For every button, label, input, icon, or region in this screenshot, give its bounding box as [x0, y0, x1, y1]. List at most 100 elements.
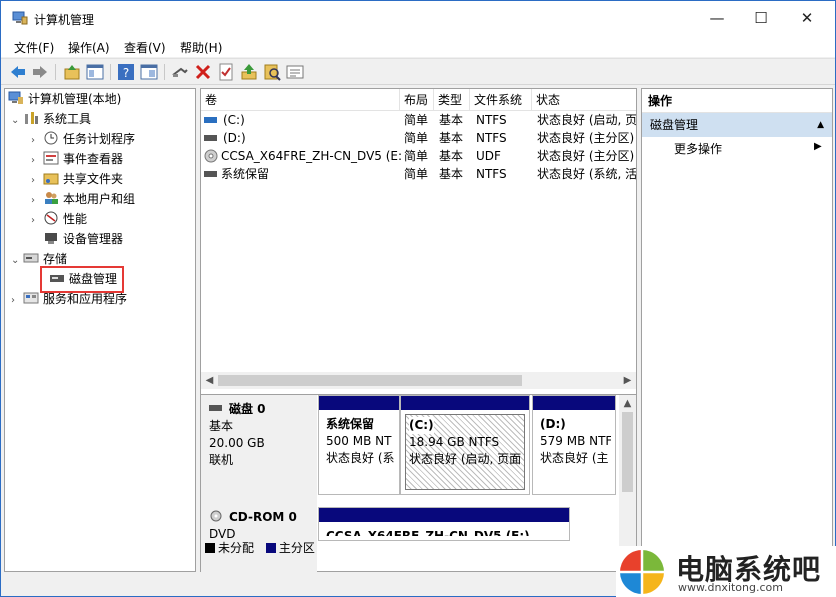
- tree-label-services-apps: 服务和应用程序: [43, 292, 128, 306]
- volume-status: 状态良好 (主分区): [537, 149, 635, 163]
- column-header-type[interactable]: 类型: [434, 89, 470, 111]
- properties-icon[interactable]: [140, 63, 158, 81]
- partition-size: 18.94 GB NTFS: [409, 435, 500, 449]
- computer-management-icon: [12, 11, 28, 25]
- event-viewer-icon: [43, 151, 59, 165]
- watermark-url: www.dnxitong.com: [678, 581, 783, 594]
- more-actions-link[interactable]: 更多操作: [674, 140, 722, 157]
- cdrom-0-info[interactable]: CD-ROM 0 DVD: [201, 503, 317, 572]
- column-header-status[interactable]: 状态: [532, 89, 636, 111]
- maximize-button[interactable]: ☐: [751, 9, 771, 27]
- volume-filesystem: NTFS: [476, 167, 507, 181]
- column-header-filesystem[interactable]: 文件系统: [470, 89, 532, 111]
- legend-primary-label: 主分区: [278, 541, 315, 555]
- volume-layout: 简单: [404, 113, 429, 127]
- tree-item-local-users[interactable]: › 本地用户和组: [31, 190, 135, 208]
- vertical-scroll-thumb[interactable]: [622, 412, 633, 492]
- search-icon[interactable]: [263, 63, 281, 81]
- minimize-button[interactable]: —: [707, 9, 727, 27]
- partition-name: (D:): [540, 417, 566, 431]
- disk-0-info[interactable]: 磁盘 0 基本 20.00 GB 联机: [201, 395, 317, 503]
- actions-section-disk-management[interactable]: 磁盘管理 ▲: [642, 113, 832, 137]
- horizontal-scroll-thumb[interactable]: [218, 375, 522, 386]
- help-icon[interactable]: ?: [117, 63, 135, 81]
- chevron-right-icon[interactable]: ›: [31, 152, 43, 170]
- volume-name: (C:): [223, 113, 245, 127]
- volume-list-header: 卷 布局 类型 文件系统 状态: [201, 89, 636, 111]
- show-hide-tree-icon[interactable]: [86, 63, 104, 81]
- checklist-icon[interactable]: [217, 63, 235, 81]
- tree-item-performance[interactable]: › 性能: [31, 210, 87, 228]
- up-folder-icon[interactable]: [63, 63, 81, 81]
- tree-item-device-manager[interactable]: 设备管理器: [43, 230, 123, 248]
- close-button[interactable]: ✕: [797, 9, 817, 27]
- tree-item-event-viewer[interactable]: › 事件查看器: [31, 150, 123, 168]
- partition-bar: [401, 396, 529, 410]
- tree-item-root[interactable]: 计算机管理(本地): [8, 90, 121, 108]
- connect-icon[interactable]: [171, 63, 189, 81]
- volume-filesystem: NTFS: [476, 131, 507, 145]
- scroll-right-icon[interactable]: ▶: [619, 372, 636, 389]
- table-row[interactable]: (C:) 简单 基本 NTFS 状态良好 (启动, 页: [201, 111, 636, 129]
- tree-label-shared-folders: 共享文件夹: [63, 172, 124, 186]
- chevron-down-icon[interactable]: ⌄: [11, 112, 23, 130]
- chevron-right-icon[interactable]: ▶: [814, 141, 822, 152]
- tree-item-system-tools[interactable]: ⌄ 系统工具: [11, 110, 91, 128]
- watermark: 电脑系统吧 www.dnxitong.com: [616, 546, 836, 597]
- menu-view[interactable]: 查看(V): [124, 39, 166, 56]
- legend-unallocated-swatch: [205, 543, 215, 553]
- toolbar-separator: [164, 64, 165, 80]
- partition-system-reserved[interactable]: 系统保留 500 MB NT 状态良好 (系: [318, 395, 400, 495]
- menu-bar: 文件(F) 操作(A) 查看(V) 帮助(H): [1, 35, 835, 57]
- disk-0-name: 磁盘 0: [229, 402, 266, 416]
- table-row[interactable]: CCSA_X64FRE_ZH-CN_DV5 (E:) 简单 基本 UDF 状态良…: [201, 147, 636, 165]
- users-icon: [45, 192, 58, 204]
- collapse-up-icon[interactable]: ▲: [817, 113, 824, 137]
- computer-management-icon: [8, 91, 23, 104]
- chevron-right-icon[interactable]: ›: [11, 292, 23, 310]
- column-header-layout[interactable]: 布局: [400, 89, 434, 111]
- scroll-left-icon[interactable]: ◀: [201, 372, 218, 389]
- computer-management-window: 计算机管理 — ☐ ✕ 文件(F) 操作(A) 查看(V) 帮助(H) ? 计算…: [0, 0, 836, 597]
- scroll-up-icon[interactable]: ▲: [619, 395, 636, 412]
- cdrom-icon: [210, 510, 222, 522]
- tree-item-shared-folders[interactable]: › 共享文件夹: [31, 170, 123, 188]
- partition-size: 500 MB NT: [326, 434, 392, 448]
- disk-0-state: 联机: [209, 453, 234, 467]
- device-manager-icon: [45, 233, 57, 244]
- table-row[interactable]: (D:) 简单 基本 NTFS 状态良好 (主分区): [201, 129, 636, 147]
- tree-item-task-scheduler[interactable]: › 任务计划程序: [31, 130, 135, 148]
- import-icon[interactable]: [240, 63, 258, 81]
- column-header-volume[interactable]: 卷: [201, 89, 400, 111]
- menu-help[interactable]: 帮助(H): [180, 39, 222, 56]
- partition-c[interactable]: (C:) 18.94 GB NTFS 状态良好 (启动, 页面: [400, 395, 530, 495]
- delete-icon[interactable]: [194, 63, 212, 81]
- chevron-right-icon[interactable]: ›: [31, 132, 43, 150]
- clock-icon: [44, 131, 58, 145]
- menu-file[interactable]: 文件(F): [14, 39, 54, 56]
- horizontal-scrollbar[interactable]: ◀ ▶: [201, 372, 636, 389]
- chevron-down-icon[interactable]: ⌄: [11, 252, 23, 270]
- chevron-right-icon[interactable]: ›: [31, 212, 43, 230]
- tree-label-root: 计算机管理(本地): [28, 92, 122, 106]
- tree-label-event-viewer: 事件查看器: [63, 152, 124, 166]
- windows-logo-icon: [619, 549, 665, 595]
- title-bar: 计算机管理 — ☐ ✕: [1, 1, 835, 35]
- partition-e[interactable]: CCSA_X64FRE_ZH-CN_DV5 (E:): [318, 507, 570, 541]
- menu-action[interactable]: 操作(A): [68, 39, 110, 56]
- export-list-icon[interactable]: [286, 63, 304, 81]
- partition-d[interactable]: (D:) 579 MB NTF 状态良好 (主: [532, 395, 616, 495]
- chevron-right-icon[interactable]: ›: [31, 172, 43, 190]
- dvd-icon: [204, 149, 218, 163]
- volume-icon: [204, 117, 217, 123]
- disk-graphical-view: 磁盘 0 基本 20.00 GB 联机 系统保留 500 MB NT 状态良好 …: [201, 394, 636, 572]
- forward-arrow-icon[interactable]: [31, 63, 49, 81]
- more-actions-label: 更多操作: [674, 142, 723, 156]
- volume-filesystem: UDF: [476, 149, 501, 163]
- chevron-right-icon[interactable]: ›: [31, 192, 43, 210]
- volume-name: CCSA_X64FRE_ZH-CN_DV5 (E:): [221, 149, 401, 163]
- table-row[interactable]: 系统保留 简单 基本 NTFS 状态良好 (系统, 活: [201, 165, 636, 183]
- back-arrow-icon[interactable]: [9, 63, 27, 81]
- volume-name: 系统保留: [221, 167, 270, 181]
- partition-status: 状态良好 (启动, 页面: [409, 452, 522, 466]
